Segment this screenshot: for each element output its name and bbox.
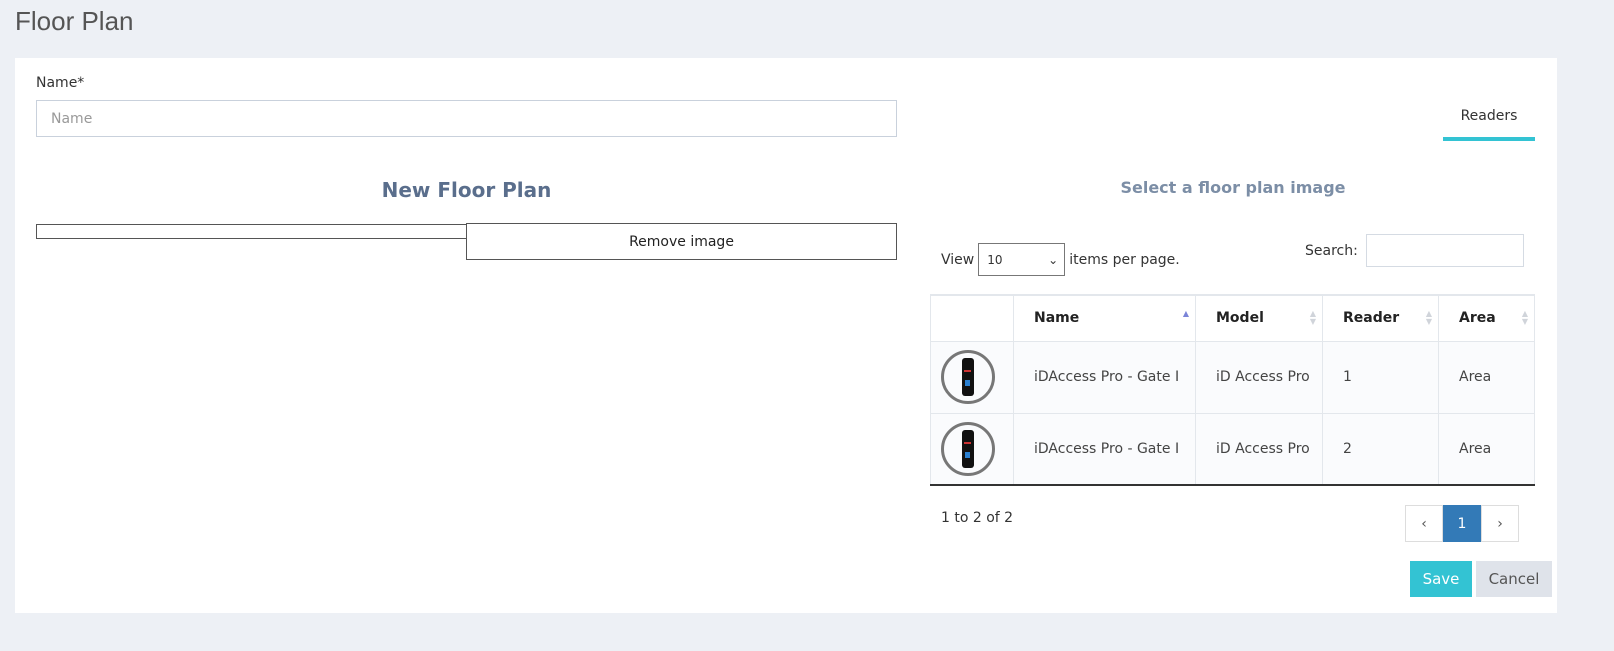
search-input[interactable] <box>1365 234 1524 267</box>
reader-device-icon <box>941 350 995 404</box>
name-label: Name* <box>36 75 85 91</box>
sort-asc-icon: ▲ <box>1182 309 1189 318</box>
page-size-control: View 10 ⌄ items per page. <box>941 243 1180 276</box>
cell-model: iD Access Pro <box>1195 340 1323 414</box>
table-row[interactable]: iDAccess Pro - Gate I iD Access Pro 1 Ar… <box>930 340 1535 414</box>
new-floor-plan-heading: New Floor Plan <box>381 178 552 202</box>
sort-icon: ▲ ▼ <box>1309 309 1316 326</box>
search-control: Search: <box>1305 234 1524 267</box>
view-label: View <box>941 251 975 268</box>
floor-plan-card: Name* Readers New Floor Plan Select a fl… <box>15 58 1557 613</box>
cell-area: Area <box>1438 340 1535 414</box>
pagination-summary: 1 to 2 of 2 <box>941 510 1014 526</box>
next-page-button[interactable]: › <box>1481 505 1519 542</box>
sort-icon: ▲ ▼ <box>1521 309 1528 326</box>
cell-model: iD Access Pro <box>1195 412 1323 486</box>
select-image-heading: Select a floor plan image <box>1120 178 1346 197</box>
column-header-reader[interactable]: Reader ▲ ▼ <box>1322 294 1439 342</box>
tab-readers[interactable]: Readers <box>1443 96 1535 141</box>
cell-reader: 1 <box>1322 340 1439 414</box>
column-header-model[interactable]: Model ▲ ▼ <box>1195 294 1323 342</box>
cell-area: Area <box>1438 412 1535 486</box>
save-button[interactable]: Save <box>1410 561 1472 597</box>
table-row[interactable]: iDAccess Pro - Gate I iD Access Pro 2 Ar… <box>930 412 1535 486</box>
readers-table: Name ▲ Model ▲ ▼ Reader ▲ ▼ Area ▲ ▼ iDAccess P… <box>930 294 1535 486</box>
chevron-down-icon: ⌄ <box>1048 252 1059 267</box>
prev-page-button[interactable]: ‹ <box>1405 505 1443 542</box>
image-upload-progress <box>36 224 467 239</box>
page-size-select[interactable]: 10 ⌄ <box>978 243 1066 276</box>
cell-name: iDAccess Pro - Gate I <box>1013 340 1196 414</box>
remove-image-button[interactable]: Remove image <box>466 223 897 260</box>
cell-reader: 2 <box>1322 412 1439 486</box>
cell-name: iDAccess Pro - Gate I <box>1013 412 1196 486</box>
pagination: ‹ 1 › <box>1405 505 1519 542</box>
page-size-value: 10 <box>987 252 1003 267</box>
search-label: Search: <box>1305 242 1358 259</box>
page-1-button[interactable]: 1 <box>1443 505 1481 542</box>
column-header-area[interactable]: Area ▲ ▼ <box>1438 294 1535 342</box>
page-title: Floor Plan <box>15 6 134 36</box>
column-header-image <box>930 294 1014 342</box>
sort-icon: ▲ ▼ <box>1425 309 1432 326</box>
reader-device-icon <box>941 421 995 476</box>
name-input[interactable] <box>36 100 897 137</box>
column-header-name[interactable]: Name ▲ <box>1013 294 1196 342</box>
cancel-button[interactable]: Cancel <box>1476 561 1552 597</box>
per-page-label: items per page. <box>1069 251 1180 268</box>
